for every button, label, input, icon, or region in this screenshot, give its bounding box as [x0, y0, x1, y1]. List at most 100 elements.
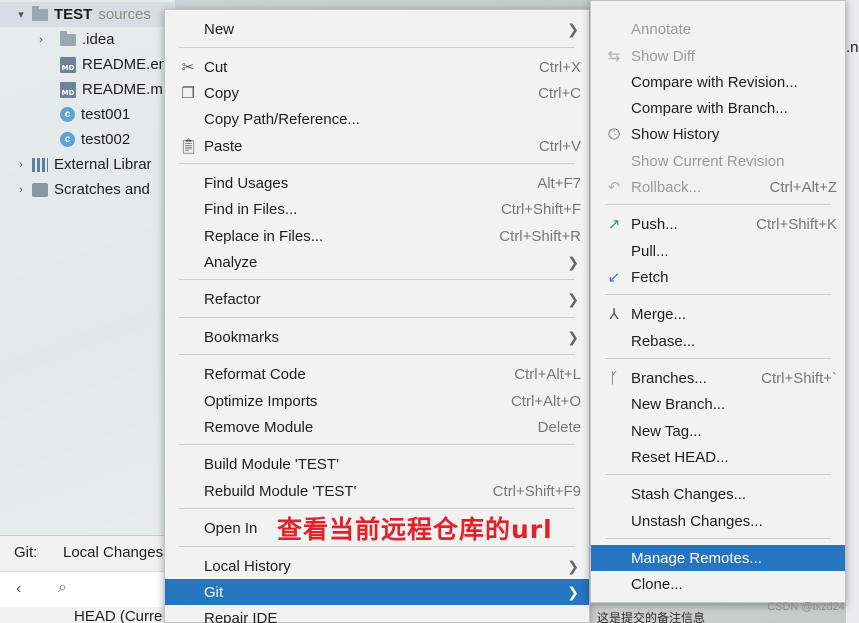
git-tool-window: Git: Local Changes ‹ ⌕ HEAD (Curre — [0, 535, 175, 623]
menu-item-optimize-imports[interactable]: Optimize Imports Ctrl+Alt+O — [165, 388, 589, 414]
shortcut-text: Alt+F7 — [537, 174, 581, 192]
clock-icon: 🕓︎ — [608, 125, 620, 143]
menu-item-git[interactable]: Git ❯ — [165, 579, 589, 605]
shortcut-text: Ctrl+Shift+R — [499, 227, 581, 245]
class-file-icon: c — [60, 132, 75, 147]
git-tool-label: Git: — [14, 544, 38, 561]
chevron-right-icon[interactable]: › — [34, 34, 48, 46]
tree-item-label: Scratches and — [54, 181, 150, 198]
search-icon[interactable]: ⌕ — [58, 579, 67, 597]
menu-item-label: Remove Module — [204, 418, 314, 436]
chevron-left-icon[interactable]: ‹ — [16, 580, 21, 598]
menu-item-label: Replace in Files... — [204, 227, 324, 245]
menu-item-find-usages[interactable]: Find Usages Alt+F7 — [165, 170, 589, 196]
menu-item-label: Pull... — [631, 242, 669, 260]
menu-item-merge[interactable]: ⅄ Merge... — [591, 301, 845, 327]
tree-root-row[interactable]: ▾ TEST sources — [0, 2, 175, 27]
push-arrow-icon: ↗ — [607, 216, 621, 233]
watermark: CSDN @txzd24 — [767, 601, 845, 613]
menu-item-rebuild-module[interactable]: Rebuild Module 'TEST' Ctrl+Shift+F9 — [165, 478, 589, 504]
class-file-icon: c — [60, 107, 75, 122]
tree-item-readme-en[interactable]: MD README.en — [60, 52, 167, 77]
tree-root-label: TEST — [54, 6, 93, 23]
menu-item-label: Compare with Branch... — [631, 99, 788, 117]
menu-item-pull[interactable]: Pull... — [591, 238, 845, 264]
menu-item-label: Analyze — [204, 253, 258, 271]
menu-item-label: Stash Changes... — [631, 485, 747, 503]
menu-item-replace-in-files[interactable]: Replace in Files... Ctrl+Shift+R — [165, 223, 589, 249]
tree-item-test001[interactable]: c test001 — [60, 102, 130, 127]
menu-item-new-tag[interactable]: New Tag... — [591, 418, 845, 444]
menu-item-cut[interactable]: ✂ Cut Ctrl+X — [165, 54, 589, 80]
menu-separator — [179, 546, 575, 547]
menu-item-annotate[interactable]: Annotate — [591, 16, 845, 42]
menu-item-compare-branch[interactable]: Compare with Branch... — [591, 95, 845, 121]
menu-item-label: Find Usages — [204, 174, 289, 192]
menu-item-unstash-changes[interactable]: Unstash Changes... — [591, 508, 845, 534]
menu-item-manage-remotes[interactable]: Manage Remotes... — [591, 545, 845, 571]
menu-item-analyze[interactable]: Analyze ❯ — [165, 249, 589, 275]
tree-item-scratches[interactable]: › Scratches and — [14, 177, 150, 202]
menu-item-stash-changes[interactable]: Stash Changes... — [591, 481, 845, 507]
menu-item-push[interactable]: ↗ Push... Ctrl+Shift+K — [591, 211, 845, 237]
editor-tab-fragment: .n — [846, 39, 859, 56]
chevron-right-icon[interactable]: › — [14, 184, 28, 196]
menu-item-new[interactable]: New ❯ — [165, 16, 589, 42]
menu-item-compare-revision[interactable]: Compare with Revision... — [591, 69, 845, 95]
menu-item-label: Manage Remotes... — [631, 549, 762, 567]
menu-item-local-history[interactable]: Local History ❯ — [165, 553, 589, 579]
menu-item-show-history[interactable]: 🕓︎ Show History — [591, 121, 845, 147]
tree-item-external-libraries[interactable]: › External Librar — [14, 152, 151, 177]
menu-item-show-current-revision[interactable]: Show Current Revision — [591, 148, 845, 174]
scissors-icon: ✂ — [181, 59, 195, 76]
shortcut-text: Ctrl+C — [538, 84, 581, 102]
shortcut-text: Ctrl+Alt+O — [510, 392, 581, 410]
chevron-down-icon[interactable]: ▾ — [14, 8, 28, 21]
branch-head-item[interactable]: HEAD (Curre — [74, 608, 162, 623]
git-log-toolbar: ‹ ⌕ — [0, 571, 175, 607]
menu-item-rebase[interactable]: Rebase... — [591, 328, 845, 354]
menu-item-rollback[interactable]: ↶ Rollback... Ctrl+Alt+Z — [591, 174, 845, 200]
menu-item-remove-module[interactable]: Remove Module Delete — [165, 414, 589, 440]
menu-item-copy-path[interactable]: Copy Path/Reference... — [165, 106, 589, 132]
menu-item-label: Paste — [204, 137, 243, 155]
menu-item-refactor[interactable]: Refactor ❯ — [165, 286, 589, 312]
clipboard-icon: 📋︎ — [179, 138, 199, 155]
scratch-icon — [32, 182, 48, 197]
copy-icon: ❐ — [181, 85, 195, 102]
menu-item-label: Branches... — [631, 369, 707, 387]
menu-item-paste[interactable]: 📋︎ Paste Ctrl+V — [165, 133, 589, 159]
menu-item-bookmarks[interactable]: Bookmarks ❯ — [165, 324, 589, 350]
menu-item-label: Build Module 'TEST' — [204, 455, 339, 473]
menu-separator — [179, 354, 575, 355]
menu-item-new-branch[interactable]: New Branch... — [591, 391, 845, 417]
menu-item-branches[interactable]: ᚴ Branches... Ctrl+Shift+` — [591, 365, 845, 391]
tab-local-changes[interactable]: Local Changes — [63, 544, 163, 561]
menu-item-build-module[interactable]: Build Module 'TEST' — [165, 451, 589, 477]
menu-item-fetch[interactable]: ↙ Fetch — [591, 264, 845, 290]
menu-item-find-in-files[interactable]: Find in Files... Ctrl+Shift+F — [165, 196, 589, 222]
menu-item-label: Annotate — [631, 20, 692, 38]
branch-icon: ᚴ — [609, 369, 619, 387]
menu-item-reset-head[interactable]: Reset HEAD... — [591, 444, 845, 470]
menu-item-label: Copy Path/Reference... — [204, 110, 360, 128]
tree-item-idea[interactable]: › .idea — [34, 27, 115, 52]
menu-item-label: Clone... — [631, 575, 683, 593]
menu-item-copy[interactable]: ❐ Copy Ctrl+C — [165, 80, 589, 106]
folder-icon — [32, 5, 48, 21]
menu-item-show-diff[interactable]: ⇆ Show Diff — [591, 43, 845, 69]
folder-icon — [60, 30, 76, 46]
shortcut-text: Ctrl+X — [538, 58, 581, 76]
annotation-caption: 查看当前远程仓库的url — [277, 515, 553, 544]
tree-item-test002[interactable]: c test002 — [60, 127, 130, 152]
shortcut-text: Ctrl+Shift+F9 — [492, 482, 581, 500]
menu-item-label: Rebuild Module 'TEST' — [204, 482, 357, 500]
menu-item-label: Git — [204, 583, 224, 601]
git-submenu: Annotate ⇆ Show Diff Compare with Revisi… — [590, 0, 846, 603]
menu-item-repair-ide[interactable]: Repair IDE — [165, 605, 589, 623]
menu-item-clone[interactable]: Clone... — [591, 571, 845, 597]
tree-item-readme-md[interactable]: MD README.m — [60, 77, 163, 102]
menu-item-reformat-code[interactable]: Reformat Code Ctrl+Alt+L — [165, 361, 589, 387]
menu-item-label: Unstash Changes... — [631, 512, 763, 530]
chevron-right-icon[interactable]: › — [14, 159, 28, 171]
